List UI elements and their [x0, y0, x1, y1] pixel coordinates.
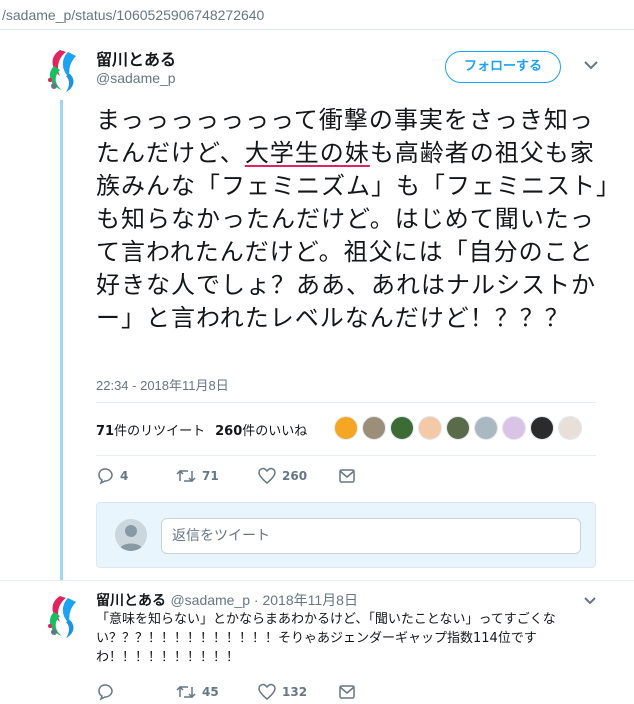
- like-action-count: 132: [282, 685, 308, 699]
- retweet-action-count: 71: [202, 469, 219, 483]
- retweet-count: 71: [96, 424, 115, 439]
- divider: [96, 455, 596, 456]
- address-bar[interactable]: /sadame_p/status/1060525906748272640: [0, 0, 634, 30]
- reply-action[interactable]: [96, 680, 120, 704]
- liker-avatars: [334, 416, 582, 444]
- reply-user-avatar[interactable]: [40, 592, 88, 640]
- user-handle[interactable]: @sadame_p: [96, 70, 176, 86]
- liker-avatar[interactable]: [362, 416, 386, 440]
- timestamp[interactable]: 22:34 - 2018年11月8日: [96, 375, 229, 394]
- reply-composer: 返信をツイート: [96, 502, 596, 568]
- heart-icon: [258, 467, 276, 484]
- like-action-count: 260: [282, 469, 308, 483]
- message-action[interactable]: [338, 464, 356, 488]
- envelope-icon: [339, 469, 355, 483]
- like-action[interactable]: 260: [258, 464, 307, 488]
- tweet-text: まっっっっっっって衝撃の事実をさっき知ったんだけど、大学生の妹も高齢者の祖父も家…: [96, 104, 616, 335]
- divider: [0, 580, 634, 581]
- user-avatar[interactable]: [40, 46, 88, 94]
- reply-icon: [98, 468, 113, 485]
- liker-avatar[interactable]: [530, 416, 554, 440]
- liker-avatar[interactable]: [418, 416, 442, 440]
- retweet-action[interactable]: 71: [176, 464, 219, 488]
- retweet-action-count: 45: [202, 685, 219, 699]
- reply-action[interactable]: 4: [96, 464, 128, 488]
- like-label: 件のいいね: [242, 424, 308, 439]
- reply-icon: [98, 684, 113, 701]
- display-name[interactable]: 留川とある: [96, 46, 176, 70]
- liker-avatar[interactable]: [474, 416, 498, 440]
- retweet-icon: [176, 685, 196, 699]
- viewer-avatar: [115, 519, 147, 551]
- reply-count: 4: [120, 469, 129, 483]
- liker-avatar[interactable]: [446, 416, 470, 440]
- engagement-stats: 71件のリツイート 260件のいいね: [96, 420, 307, 439]
- like-stat[interactable]: 260件のいいね: [215, 424, 307, 439]
- tweet-text-highlight: 大学生の妹: [244, 139, 370, 167]
- chevron-down-icon[interactable]: [583, 596, 597, 605]
- liker-avatar[interactable]: [502, 416, 526, 440]
- reply-header: 留川とある @sadame_p · 2018年11月8日: [96, 590, 358, 610]
- liker-avatar[interactable]: [390, 416, 414, 440]
- message-action[interactable]: [338, 680, 356, 704]
- liker-avatar[interactable]: [334, 416, 358, 440]
- like-action[interactable]: 132: [258, 680, 307, 704]
- liker-avatar[interactable]: [558, 416, 582, 440]
- chevron-down-icon[interactable]: [583, 60, 599, 70]
- retweet-action[interactable]: 45: [176, 680, 219, 704]
- retweet-stat[interactable]: 71件のリツイート: [96, 424, 205, 439]
- divider: [96, 402, 596, 403]
- retweet-label: 件のリツイート: [114, 424, 206, 439]
- reply-input[interactable]: 返信をツイート: [161, 518, 581, 554]
- reply-tweet-text: 「意味を知らない」とかならまあわかるけど、「聞いたことない」ってすごくない？？？…: [96, 612, 556, 665]
- reply-display-name[interactable]: 留川とある: [96, 593, 166, 609]
- heart-icon: [258, 683, 276, 700]
- reply-meta[interactable]: @sadame_p · 2018年11月8日: [170, 592, 358, 608]
- tweet-text-after: も高齢者の祖父も家族みんな「フェミニズム」も「フェミニスト」も知らなかったんだけ…: [96, 139, 609, 332]
- envelope-icon: [339, 685, 355, 699]
- thread-connector: [60, 100, 63, 580]
- like-count: 260: [215, 424, 243, 439]
- retweet-icon: [176, 469, 196, 483]
- follow-button[interactable]: フォローする: [445, 51, 561, 83]
- default-avatar-icon: [119, 525, 143, 551]
